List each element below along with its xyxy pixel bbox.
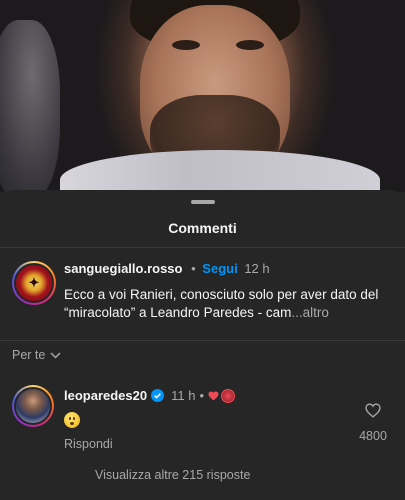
heart-outline-icon[interactable]: [365, 403, 381, 422]
like-count: 4800: [359, 429, 387, 443]
commenter-username[interactable]: leoparedes20: [64, 388, 147, 403]
more-link[interactable]: ...altro: [291, 305, 329, 320]
caption-header: sanguegiallo.rosso • Segui 12 h: [64, 261, 270, 276]
liked-by-author: •: [199, 388, 236, 403]
comment-like: 4800: [353, 403, 393, 443]
caption-username[interactable]: sanguegiallo.rosso: [64, 261, 182, 276]
background-video-frame: [0, 0, 405, 192]
comment-sort-dropdown[interactable]: Per te: [12, 348, 61, 362]
sheet-title: Commenti: [168, 220, 237, 236]
player-shirt: [60, 150, 380, 192]
background-person: [0, 20, 60, 192]
club-crest-icon: ✦: [14, 263, 54, 303]
sort-label: Per te: [12, 348, 46, 362]
author-mini-avatar: [221, 388, 236, 403]
drag-handle[interactable]: [191, 200, 215, 204]
divider: [0, 340, 405, 341]
caption-body: Ecco a voi Ranieri, conosciuto solo per …: [64, 287, 379, 320]
caption-time: 12 h: [244, 261, 270, 276]
separator-dot: •: [191, 261, 196, 276]
caption-text: Ecco a voi Ranieri, conosciuto solo per …: [64, 286, 394, 322]
chevron-down-icon: [50, 351, 61, 359]
verified-badge-icon: [151, 389, 165, 402]
bullet: •: [199, 388, 205, 403]
reply-button[interactable]: Rispondi: [64, 437, 113, 451]
heart-filled-icon: [208, 390, 219, 401]
comment-item: leoparedes20 11 h • Rispondi: [0, 380, 405, 460]
caption-avatar[interactable]: ✦: [12, 261, 56, 305]
commenter-avatar[interactable]: [12, 385, 54, 427]
comment-time: 11 h: [171, 388, 196, 403]
comment-header: leoparedes20 11 h •: [64, 388, 236, 403]
follow-button[interactable]: Segui: [202, 261, 237, 276]
comments-sheet: Commenti ✦ sanguegiallo.rosso • Segui 12…: [0, 190, 405, 500]
face-without-mouth-emoji: [64, 412, 80, 428]
post-caption: ✦ sanguegiallo.rosso • Segui 12 h Ecco a…: [0, 248, 405, 328]
view-replies-button[interactable]: Visualizza altre 215 risposte: [95, 468, 250, 482]
